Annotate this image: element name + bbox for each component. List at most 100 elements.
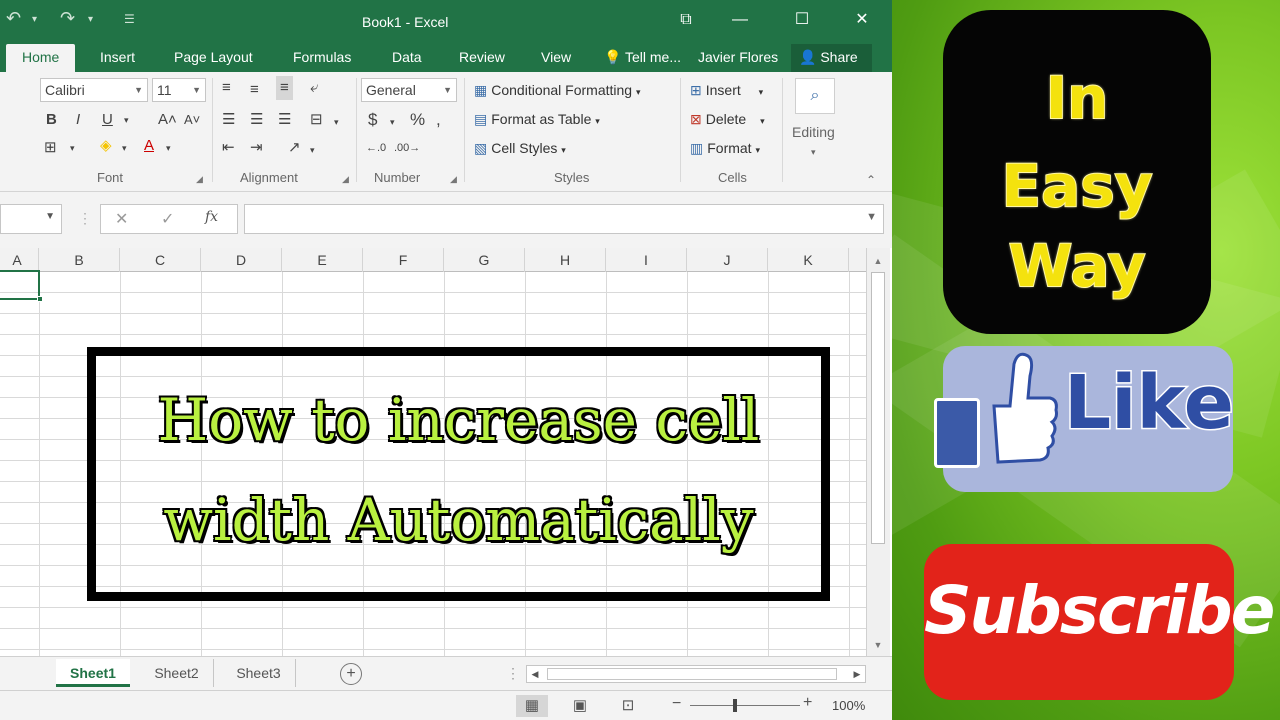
vertical-scrollbar[interactable]: ▲ ▼ [866, 248, 890, 656]
column-header-c[interactable]: C [120, 248, 201, 272]
editing-dropdown-icon[interactable]: ▾ [811, 142, 816, 162]
tab-view[interactable]: View [541, 44, 571, 72]
tab-data[interactable]: Data [392, 44, 422, 72]
normal-view-icon[interactable]: ▦ [516, 695, 548, 717]
scroll-up-icon[interactable]: ▲ [871, 254, 885, 268]
italic-icon[interactable]: I [76, 110, 80, 130]
align-left-icon[interactable]: ☰ [222, 110, 235, 130]
page-layout-view-icon[interactable]: ▣ [564, 695, 596, 717]
orientation-dropdown-icon[interactable]: ▾ [310, 140, 315, 160]
column-header-b[interactable]: B [39, 248, 120, 272]
tab-insert[interactable]: Insert [100, 44, 135, 72]
currency-dropdown-icon[interactable]: ▾ [390, 112, 395, 132]
increase-font-icon[interactable]: A˄ [158, 110, 177, 130]
tab-split-icon[interactable]: ⋮ [506, 665, 520, 682]
undo-icon[interactable]: ↶ [6, 8, 21, 29]
sheet-tab-sheet3[interactable]: Sheet3 [222, 659, 296, 687]
underline-dropdown-icon[interactable]: ▾ [124, 110, 129, 130]
fill-dropdown-icon[interactable]: ▾ [122, 138, 127, 158]
percent-icon[interactable]: % [410, 110, 425, 130]
editing-button[interactable]: Editing [792, 122, 835, 142]
font-name-dropdown[interactable]: Calibri ▼ [40, 78, 148, 102]
increase-indent-icon[interactable]: ⇥ [250, 138, 263, 158]
find-select-icon[interactable]: ⌕ [795, 78, 835, 114]
vertical-scroll-thumb[interactable] [871, 272, 885, 544]
cell-styles-button[interactable]: ▧ Cell Styles ▾ [474, 138, 566, 160]
font-color-icon[interactable]: A [144, 136, 154, 156]
share-button[interactable]: 👤 Share [791, 44, 872, 72]
align-bottom-icon[interactable]: ≡ [276, 76, 293, 100]
minimize-button[interactable]: — [720, 6, 760, 34]
column-header-a[interactable]: A [0, 248, 39, 272]
expand-formula-bar-icon[interactable]: ▼ [866, 211, 877, 223]
ribbon-display-options-icon[interactable]: ⧉ [666, 6, 706, 34]
decrease-decimal-icon[interactable]: .00→ [394, 138, 420, 158]
zoom-slider[interactable] [690, 705, 800, 706]
comma-style-icon[interactable]: , [436, 110, 441, 130]
tab-home[interactable]: Home [6, 44, 76, 72]
dialog-launcher-icon[interactable]: ◢ [450, 174, 457, 185]
underline-icon[interactable]: U [102, 110, 113, 130]
column-header-d[interactable]: D [201, 248, 282, 272]
decrease-indent-icon[interactable]: ⇤ [222, 138, 235, 158]
align-right-icon[interactable]: ☰ [278, 110, 291, 130]
delete-cells-button[interactable]: ⊠ Delete ▾ [690, 109, 765, 131]
zoom-out-icon[interactable]: − [672, 695, 681, 713]
user-name[interactable]: Javier Flores [698, 44, 778, 72]
maximize-button[interactable]: ☐ [782, 6, 822, 34]
sheet-tab-sheet2[interactable]: Sheet2 [140, 659, 214, 687]
font-size-dropdown[interactable]: 11 ▼ [152, 78, 206, 102]
increase-decimal-icon[interactable]: ←.0 [366, 138, 386, 158]
decrease-font-icon[interactable]: A˅ [184, 110, 200, 130]
tell-me-box[interactable]: Tell me... [625, 44, 681, 72]
format-as-table-button[interactable]: ▤ Format as Table ▾ [474, 109, 600, 131]
redo-dropdown-icon[interactable]: ▾ [88, 14, 93, 25]
wrap-text-icon[interactable]: ⤶ [310, 78, 318, 98]
column-header-e[interactable]: E [282, 248, 363, 272]
horizontal-scrollbar[interactable]: ◀ ▶ [526, 665, 866, 683]
column-header-h[interactable]: H [525, 248, 606, 272]
scroll-down-icon[interactable]: ▼ [871, 638, 885, 652]
fill-handle[interactable] [37, 296, 43, 302]
orientation-icon[interactable]: ↗ [288, 138, 301, 158]
horizontal-scroll-thumb[interactable] [547, 668, 837, 680]
currency-icon[interactable]: $ [368, 110, 377, 130]
borders-dropdown-icon[interactable]: ▾ [70, 138, 75, 158]
dialog-launcher-icon[interactable]: ◢ [196, 174, 203, 185]
tab-review[interactable]: Review [459, 44, 505, 72]
tab-page-layout[interactable]: Page Layout [174, 44, 253, 72]
bold-icon[interactable]: B [46, 110, 57, 130]
scroll-right-icon[interactable]: ▶ [849, 666, 865, 682]
sheet-tab-sheet1[interactable]: Sheet1 [56, 659, 130, 687]
column-header-i[interactable]: I [606, 248, 687, 272]
collapse-ribbon-icon[interactable]: ⌃ [866, 170, 876, 190]
undo-dropdown-icon[interactable]: ▾ [32, 14, 37, 25]
merge-dropdown-icon[interactable]: ▾ [334, 112, 339, 132]
dialog-launcher-icon[interactable]: ◢ [342, 174, 349, 185]
redo-icon[interactable]: ↷ [60, 8, 75, 29]
zoom-level[interactable]: 100% [832, 698, 865, 713]
format-cells-button[interactable]: ▥ Format ▾ [690, 138, 760, 160]
scroll-left-icon[interactable]: ◀ [527, 666, 543, 682]
column-header-f[interactable]: F [363, 248, 444, 272]
fill-color-icon[interactable]: ◈ [100, 136, 112, 156]
enter-icon[interactable]: ✓ [161, 209, 174, 229]
column-header-k[interactable]: K [768, 248, 849, 272]
align-middle-icon[interactable]: ≡ [250, 80, 259, 100]
insert-function-icon[interactable]: fx [205, 209, 218, 225]
formula-input[interactable]: ▼ [244, 204, 884, 234]
column-header-j[interactable]: J [687, 248, 768, 272]
align-center-icon[interactable]: ☰ [250, 110, 263, 130]
zoom-slider-knob[interactable] [733, 699, 737, 712]
add-sheet-icon[interactable]: + [340, 663, 362, 685]
tab-formulas[interactable]: Formulas [293, 44, 351, 72]
column-header-g[interactable]: G [444, 248, 525, 272]
close-button[interactable]: ✕ [842, 6, 882, 34]
merge-center-icon[interactable]: ⊟ [310, 110, 323, 130]
customize-qat-icon[interactable]: ☰ [124, 12, 135, 26]
zoom-in-icon[interactable]: + [803, 694, 812, 712]
name-box[interactable]: ▼ [0, 204, 62, 234]
align-top-icon[interactable]: ≡ [222, 78, 231, 98]
cancel-icon[interactable]: ✕ [115, 209, 128, 229]
insert-cells-button[interactable]: ⊞ Insert ▾ [690, 80, 763, 102]
